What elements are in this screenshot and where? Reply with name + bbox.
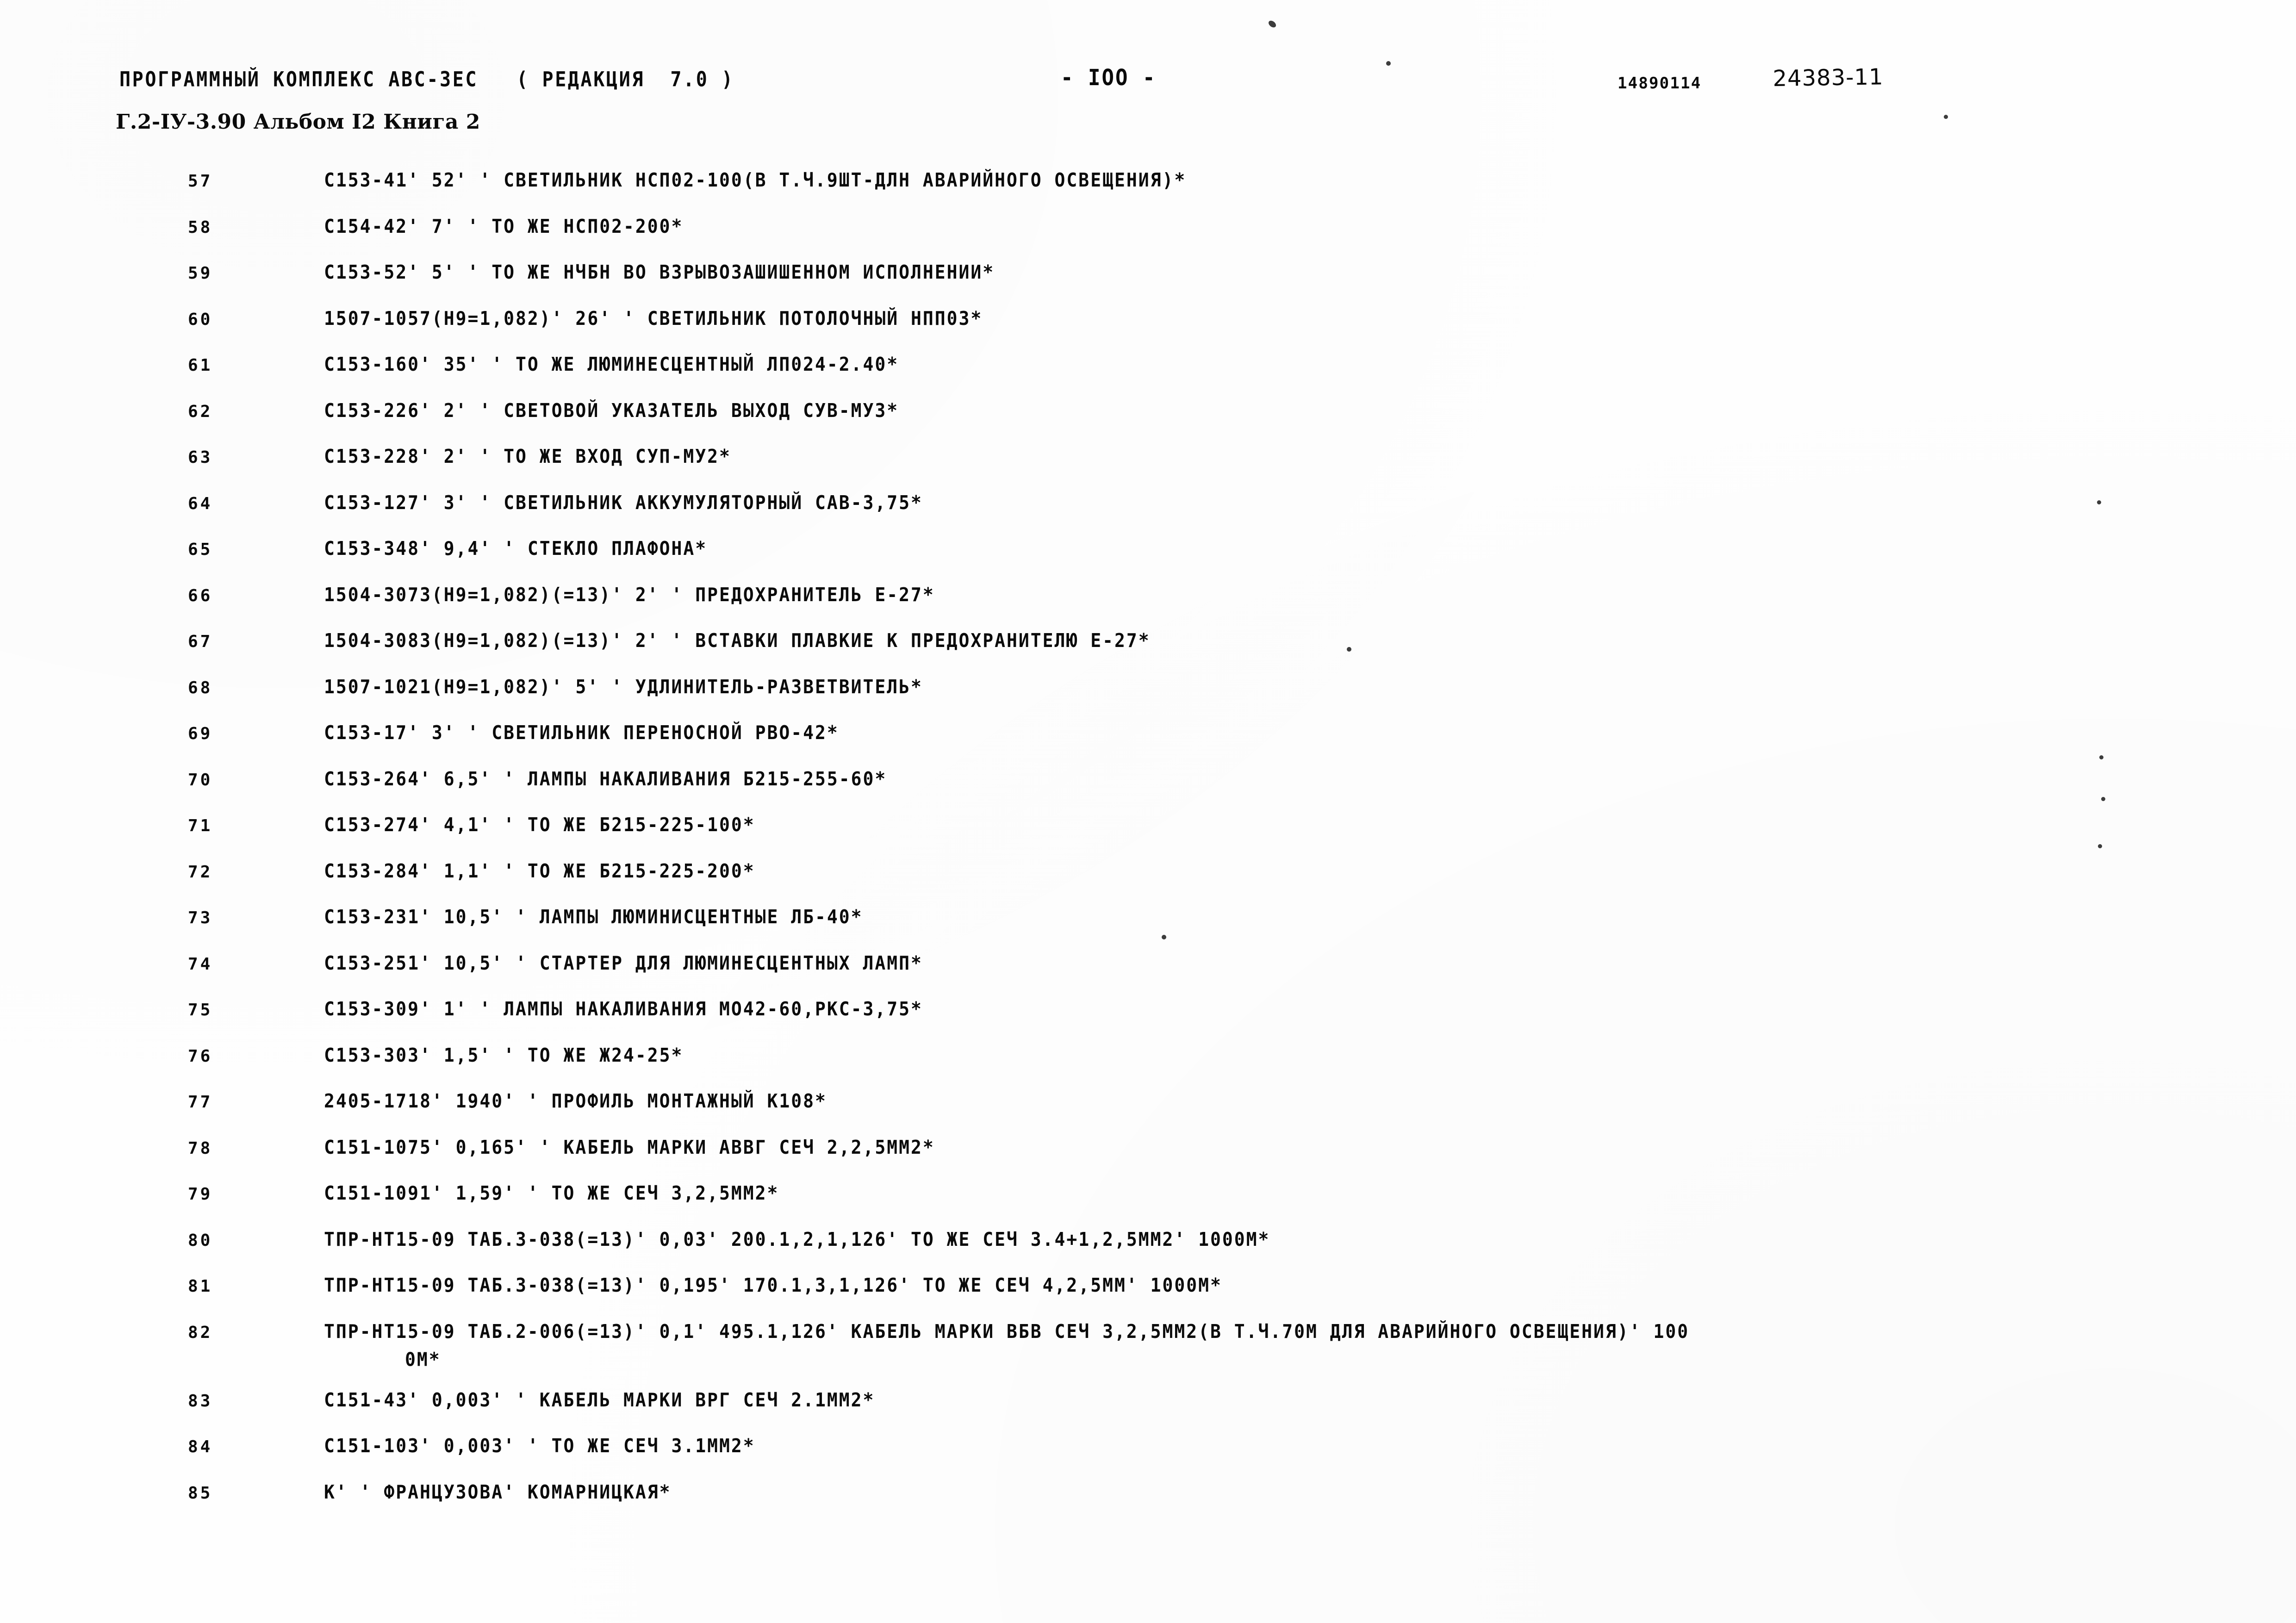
scan-speck [1386,61,1391,66]
document-code: 14890114 [1618,74,1702,93]
row-text: 1504-3083(Н9=1,082)(=13)' 2' ' ВСТАВКИ П… [324,629,1151,652]
row-number: 84 [188,1437,213,1456]
listing-row: 78 C151-1075' 0,165' ' КАБЕЛЬ МАРКИ АВВГ … [0,1136,2296,1182]
row-text: 2405-1718' 1940' ' ПРОФИЛЬ МОНТАЖНЫЙ К10… [324,1090,827,1112]
row-text: C153-303' 1,5' ' ТО ЖЕ Ж24-25* [324,1044,684,1066]
row-text: ТПР-НТ15-09 ТАБ.2-006(=13)' 0,1' 495.1,1… [324,1320,1690,1370]
listing-row: 73 C153-231' 10,5' ' ЛАМПЫ ЛЮМИНИСЦЕНТНЫЕ… [0,906,2296,952]
row-number: 59 [188,264,213,283]
listing-row: 66 1504-3073(Н9=1,082)(=13)' 2' ' ПРЕДОХР… [0,584,2296,630]
listing-row: 61 C153-160' 35' ' ТО ЖЕ ЛЮМИНЕСЦЕНТНЫЙ Л… [0,353,2296,399]
row-number: 62 [188,402,213,421]
row-text: C153-17' 3' ' СВЕТИЛЬНИК ПЕРЕНОСНОЙ РВО-… [324,721,839,744]
row-number: 77 [188,1093,213,1112]
row-number: 65 [188,540,213,559]
listing-row: 64 C153-127' 3' ' СВЕТИЛЬНИК АККУМУЛЯТОРН… [0,491,2296,538]
row-number: 79 [188,1185,213,1204]
row-number: 81 [188,1277,213,1296]
row-number: 68 [188,678,213,697]
listing-row: 70 C153-264' 6,5' ' ЛАМПЫ НАКАЛИВАНИЯ Б21… [0,768,2296,814]
row-number: 73 [188,908,213,927]
row-number: 70 [188,770,213,790]
row-text: C153-160' 35' ' ТО ЖЕ ЛЮМИНЕСЦЕНТНЫЙ ЛП0… [324,353,899,375]
row-number: 64 [188,494,213,513]
row-text: C153-231' 10,5' ' ЛАМПЫ ЛЮМИНИСЦЕНТНЫЕ Л… [324,906,863,928]
listing-row: 84 C151-103' 0,003' ' ТО ЖЕ СЕЧ 3.1ММ2* [0,1435,2296,1481]
row-number: 75 [188,1001,213,1020]
row-number: 71 [188,816,213,835]
listing-row: 74 C153-251' 10,5' ' СТАРТЕР ДЛЯ ЛЮМИНЕСЦ… [0,952,2296,998]
listing-row: 77 2405-1718' 1940' ' ПРОФИЛЬ МОНТАЖНЫЙ К… [0,1090,2296,1136]
listing-row: 60 1507-1057(Н9=1,082)' 26' ' СВЕТИЛЬНИК … [0,307,2296,354]
row-text: C151-1091' 1,59' ' ТО ЖЕ СЕЧ 3,2,5ММ2* [324,1182,779,1204]
listing-row: 57 C153-41' 52' ' СВЕТИЛЬНИК НСП02-100(В … [0,169,2296,215]
row-text: C154-42' 7' ' ТО ЖЕ НСП02-200* [324,215,684,237]
listing-row: 85 К' ' ФРАНЦУЗОВА' КОМАРНИЦКАЯ* [0,1481,2296,1527]
row-number: 76 [188,1046,213,1066]
listing-row: 71 C153-274' 4,1' ' ТО ЖЕ Б215-225-100* [0,814,2296,860]
row-text: C153-348' 9,4' ' СТЕКЛО ПЛАФОНА* [324,537,708,560]
scanned-page: ПРОГРАММНЫЙ КОМПЛЕКС АВС-3ЕС ( РЕДАКЦИЯ … [0,0,2296,1623]
program-complex-header: ПРОГРАММНЫЙ КОМПЛЕКС АВС-3ЕС ( РЕДАКЦИЯ … [119,68,734,92]
row-text: C153-52' 5' ' ТО ЖЕ НЧБН ВО ВЗРЫВОЗАШИШЕ… [324,261,995,283]
listing-row: 80 ТПР-НТ15-09 ТАБ.3-038(=13)' 0,03' 200.… [0,1228,2296,1275]
row-text: C153-251' 10,5' ' СТАРТЕР ДЛЯ ЛЮМИНЕСЦЕН… [324,951,923,974]
row-number: 80 [188,1231,213,1250]
listing-row: 59 C153-52' 5' ' ТО ЖЕ НЧБН ВО ВЗРЫВОЗАШИ… [0,261,2296,307]
row-text: 1504-3073(Н9=1,082)(=13)' 2' ' ПРЕДОХРАН… [324,583,935,606]
row-text: C151-1075' 0,165' ' КАБЕЛЬ МАРКИ АВВГ СЕ… [324,1136,935,1158]
row-number: 61 [188,356,213,375]
listing-row: 65 C153-348' 9,4' ' СТЕКЛО ПЛАФОНА* [0,537,2296,584]
row-text: C153-228' 2' ' ТО ЖЕ ВХОД СУП-МУ2* [324,445,731,467]
row-text: C153-226' 2' ' СВЕТОВОЙ УКАЗАТЕЛЬ ВЫХОД … [324,399,899,422]
listing-row: 63 C153-228' 2' ' ТО ЖЕ ВХОД СУП-МУ2* [0,445,2296,491]
row-number: 66 [188,586,213,605]
row-text-continuation: 0М* [405,1348,441,1370]
row-number: 67 [188,632,213,651]
row-number: 72 [188,862,213,882]
listing-row: 58 C154-42' 7' ' ТО ЖЕ НСП02-200* [0,215,2296,261]
listing-row: 79 C151-1091' 1,59' ' ТО ЖЕ СЕЧ 3,2,5ММ2* [0,1182,2296,1228]
row-text: C151-43' 0,003' ' КАБЕЛЬ МАРКИ ВРГ СЕЧ 2… [324,1388,875,1411]
listing-body: 57 C153-41' 52' ' СВЕТИЛЬНИК НСП02-100(В … [0,169,2296,1527]
row-number: 63 [188,448,213,467]
row-text: C153-284' 1,1' ' ТО ЖЕ Б215-225-200* [324,859,755,882]
row-number: 57 [188,172,213,191]
listing-row: 62 C153-226' 2' ' СВЕТОВОЙ УКАЗАТЕЛЬ ВЫХО… [0,399,2296,446]
row-text: C153-274' 4,1' ' ТО ЖЕ Б215-225-100* [324,814,755,836]
row-number: 85 [188,1483,213,1503]
listing-row: 76 C153-303' 1,5' ' ТО ЖЕ Ж24-25* [0,1044,2296,1090]
stamp-number: 24383-11 [1773,64,1884,92]
row-number: 82 [188,1323,213,1342]
row-text: C153-127' 3' ' СВЕТИЛЬНИК АККУМУЛЯТОРНЫЙ… [324,491,923,514]
row-text: К' ' ФРАНЦУЗОВА' КОМАРНИЦКАЯ* [324,1480,672,1503]
album-line: Г.2-IУ-3.90 Альбом I2 Книга 2 [116,110,480,134]
row-number: 74 [188,954,213,974]
listing-row: 72 C153-284' 1,1' ' ТО ЖЕ Б215-225-200* [0,860,2296,906]
row-text: C153-264' 6,5' ' ЛАМПЫ НАКАЛИВАНИЯ Б215-… [324,767,887,790]
listing-row: 69 C153-17' 3' ' СВЕТИЛЬНИК ПЕРЕНОСНОЙ РВ… [0,721,2296,768]
listing-row: 83 C151-43' 0,003' ' КАБЕЛЬ МАРКИ ВРГ СЕЧ… [0,1389,2296,1435]
row-text: C151-103' 0,003' ' ТО ЖЕ СЕЧ 3.1ММ2* [324,1435,755,1457]
listing-row: 67 1504-3083(Н9=1,082)(=13)' 2' ' ВСТАВКИ… [0,629,2296,676]
row-text: C153-41' 52' ' СВЕТИЛЬНИК НСП02-100(В Т.… [324,169,1187,191]
listing-row: 68 1507-1021(Н9=1,082)' 5' ' УДЛИНИТЕЛЬ-Р… [0,676,2296,722]
row-number: 60 [188,310,213,329]
row-text: ТПР-НТ15-09 ТАБ.3-038(=13)' 0,195' 170.1… [324,1274,1222,1296]
row-text: C153-309' 1' ' ЛАМПЫ НАКАЛИВАНИЯ МО42-60… [324,998,923,1020]
listing-row: 81 ТПР-НТ15-09 ТАБ.3-038(=13)' 0,195' 170… [0,1274,2296,1320]
row-number: 58 [188,218,213,237]
row-text: 1507-1021(Н9=1,082)' 5' ' УДЛИНИТЕЛЬ-РАЗ… [324,675,923,698]
row-number: 69 [188,724,213,743]
page-number: - IOO - [1061,65,1157,91]
row-number: 83 [188,1391,213,1411]
scan-speck [1267,19,1277,29]
row-text: 1507-1057(Н9=1,082)' 26' ' СВЕТИЛЬНИК ПО… [324,307,983,330]
listing-row: 75 C153-309' 1' ' ЛАМПЫ НАКАЛИВАНИЯ МО42-… [0,998,2296,1044]
row-number: 78 [188,1138,213,1158]
scan-speck [1944,115,1948,119]
row-text: ТПР-НТ15-09 ТАБ.3-038(=13)' 0,03' 200.1,… [324,1228,1270,1250]
listing-row: 82 ТПР-НТ15-09 ТАБ.2-006(=13)' 0,1' 495.1… [0,1320,2296,1389]
